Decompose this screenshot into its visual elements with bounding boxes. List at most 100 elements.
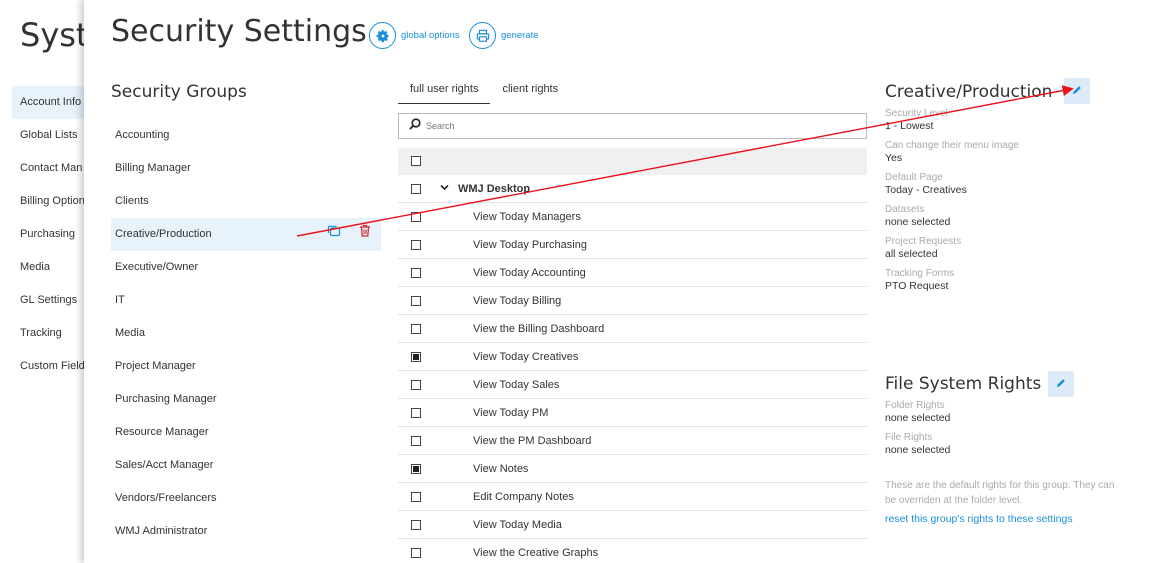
rights-list: WMJ Desktop View Today Managers View Toda… bbox=[398, 175, 867, 563]
copy-icon[interactable] bbox=[327, 218, 341, 251]
bg-nav-item-tracking[interactable]: Tracking bbox=[12, 317, 92, 350]
field-label: Can change their menu image bbox=[885, 140, 1019, 151]
background-page: Syste Account Info Global Lists Contact … bbox=[0, 0, 108, 563]
group-checkbox[interactable] bbox=[411, 184, 421, 194]
right-checkbox[interactable] bbox=[411, 520, 421, 530]
right-checkbox[interactable] bbox=[411, 408, 421, 418]
right-checkbox[interactable] bbox=[411, 380, 421, 390]
right-label: View the Creative Graphs bbox=[473, 547, 599, 559]
reset-rights-link[interactable]: reset this group's rights to these setti… bbox=[885, 513, 1073, 525]
bg-nav-item-billing[interactable]: Billing Option bbox=[12, 185, 92, 218]
right-checkbox[interactable] bbox=[411, 464, 421, 474]
right-label: View Today Managers bbox=[473, 211, 581, 223]
right-label: View Today Creatives bbox=[473, 351, 579, 363]
field-label: Datasets bbox=[885, 204, 925, 215]
rights-row: View Today Managers bbox=[398, 203, 867, 231]
group-item-billing-manager[interactable]: Billing Manager bbox=[111, 152, 381, 185]
rights-row: Edit Company Notes bbox=[398, 483, 867, 511]
detail-fields: Security Level 1 - Lowest Can change their… bbox=[885, 100, 1019, 292]
rights-row: View Today Media bbox=[398, 511, 867, 539]
rights-row: View Today Billing bbox=[398, 287, 867, 315]
rights-search bbox=[398, 113, 867, 139]
bg-nav-item-custom-fields[interactable]: Custom Field bbox=[12, 350, 92, 383]
group-item-executive-owner[interactable]: Executive/Owner bbox=[111, 251, 381, 284]
bg-nav-item-media[interactable]: Media bbox=[12, 251, 92, 284]
file-system-fields: Folder Rights none selected File Rights non… bbox=[885, 392, 950, 456]
group-item-resource-manager[interactable]: Resource Manager bbox=[111, 416, 381, 449]
right-checkbox[interactable] bbox=[411, 212, 421, 222]
group-item-accounting[interactable]: Accounting bbox=[111, 119, 381, 152]
field-value: all selected bbox=[885, 248, 938, 260]
bg-nav-item-global-lists[interactable]: Global Lists bbox=[12, 119, 92, 152]
bg-nav-item-gl-settings[interactable]: GL Settings bbox=[12, 284, 92, 317]
field-value: Yes bbox=[885, 152, 903, 164]
search-icon bbox=[409, 117, 421, 135]
bg-nav-item-account-info[interactable]: Account Info bbox=[12, 86, 92, 119]
group-item-purchasing-manager[interactable]: Purchasing Manager bbox=[111, 383, 381, 416]
generate-button[interactable]: generate bbox=[469, 22, 539, 49]
select-all-checkbox[interactable] bbox=[411, 156, 421, 166]
right-checkbox[interactable] bbox=[411, 548, 421, 558]
right-label: View Today Billing bbox=[473, 295, 562, 307]
right-checkbox[interactable] bbox=[411, 240, 421, 250]
chevron-down-icon[interactable] bbox=[440, 175, 449, 203]
global-options-button[interactable]: global options bbox=[369, 22, 460, 49]
rights-header-row bbox=[398, 148, 867, 175]
group-item-sales-acct-manager[interactable]: Sales/Acct Manager bbox=[111, 449, 381, 482]
rights-row: View Today PM bbox=[398, 399, 867, 427]
tab-client-rights[interactable]: client rights bbox=[490, 80, 570, 104]
right-label: Edit Company Notes bbox=[473, 491, 574, 503]
default-rights-note: These are the default rights for this gr… bbox=[885, 480, 1115, 506]
field-value: Today - Creatives bbox=[885, 184, 967, 196]
search-input[interactable] bbox=[426, 121, 846, 131]
rights-group-label: WMJ Desktop bbox=[458, 183, 531, 195]
group-item-vendors-freelancers[interactable]: Vendors/Freelancers bbox=[111, 482, 381, 515]
rights-row: View Today Purchasing bbox=[398, 231, 867, 259]
field-label: Project Requests bbox=[885, 236, 962, 247]
edit-group-button[interactable] bbox=[1064, 78, 1090, 104]
field-value: none selected bbox=[885, 412, 951, 424]
field-value: 1 - Lowest bbox=[885, 120, 934, 132]
group-item-media[interactable]: Media bbox=[111, 317, 381, 350]
right-label: View Today PM bbox=[473, 407, 549, 419]
rights-row: View Today Creatives bbox=[398, 343, 867, 371]
background-nav: Account Info Global Lists Contact Man Bi… bbox=[12, 86, 92, 383]
rights-row: View the Billing Dashboard bbox=[398, 315, 867, 343]
bg-nav-item-purchasing[interactable]: Purchasing bbox=[12, 218, 92, 251]
tab-full-user-rights[interactable]: full user rights bbox=[398, 80, 491, 104]
group-item-creative-production[interactable]: Creative/Production bbox=[111, 218, 381, 251]
right-checkbox[interactable] bbox=[411, 352, 421, 362]
generate-label: generate bbox=[501, 30, 539, 41]
group-item-wmj-administrator[interactable]: WMJ Administrator bbox=[111, 515, 381, 548]
right-checkbox[interactable] bbox=[411, 296, 421, 306]
trash-icon[interactable] bbox=[359, 218, 371, 251]
field-label: File Rights bbox=[885, 432, 933, 443]
field-value: none selected bbox=[885, 444, 951, 456]
group-item-project-manager[interactable]: Project Manager bbox=[111, 350, 381, 383]
right-label: View Today Purchasing bbox=[473, 239, 587, 251]
edit-file-system-button[interactable] bbox=[1048, 371, 1074, 397]
pencil-icon bbox=[1072, 82, 1082, 100]
right-checkbox[interactable] bbox=[411, 436, 421, 446]
gear-icon bbox=[369, 22, 396, 49]
right-label: View the PM Dashboard bbox=[473, 435, 592, 447]
printer-icon bbox=[469, 22, 496, 49]
field-value: PTO Request bbox=[885, 280, 949, 292]
right-checkbox[interactable] bbox=[411, 324, 421, 334]
right-checkbox[interactable] bbox=[411, 268, 421, 278]
global-options-label: global options bbox=[401, 30, 460, 41]
file-system-title: File System Rights bbox=[885, 374, 1042, 394]
security-groups-list: Accounting Billing Manager Clients Creat… bbox=[111, 119, 381, 548]
right-label: View Notes bbox=[473, 463, 529, 475]
group-item-clients[interactable]: Clients bbox=[111, 185, 381, 218]
group-item-label: Creative/Production bbox=[115, 228, 212, 240]
right-checkbox[interactable] bbox=[411, 492, 421, 502]
pencil-icon bbox=[1056, 375, 1066, 393]
rights-group-row: WMJ Desktop bbox=[398, 175, 867, 203]
field-label: Security Level bbox=[885, 108, 948, 119]
page-title: Security Settings bbox=[111, 14, 367, 49]
group-item-it[interactable]: IT bbox=[111, 284, 381, 317]
field-label: Tracking Forms bbox=[885, 268, 955, 279]
bg-nav-item-contact[interactable]: Contact Man bbox=[12, 152, 92, 185]
right-label: View Today Accounting bbox=[473, 267, 586, 279]
